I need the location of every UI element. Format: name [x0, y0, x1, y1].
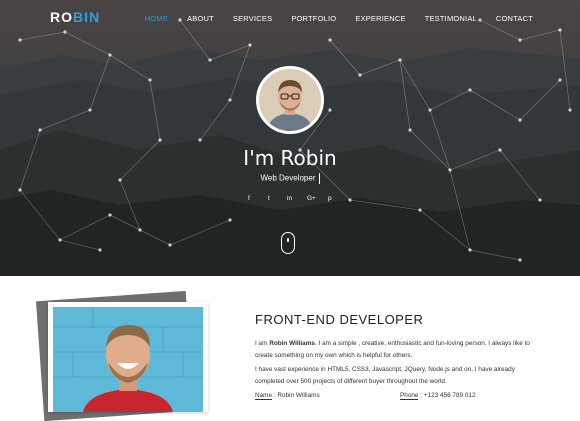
about-paragraph-2: I have vast experience in HTML5, CSS3, J…	[255, 366, 515, 385]
nav-link-contact[interactable]: CONTACT	[496, 14, 533, 23]
about-title: FRONT-END DEVELOPER	[255, 312, 424, 327]
logo-text-accent: BIN	[73, 9, 101, 25]
site-logo[interactable]: ROBIN	[50, 9, 100, 25]
nav-link-home[interactable]: HOME	[145, 14, 168, 23]
twitter-icon[interactable]: t	[268, 195, 270, 202]
main-menu: HOME ABOUT SERVICES PORTFOLIO EXPERIENCE…	[126, 14, 533, 23]
about-paragraph-1: I am Robin Williams. I am a simple , cre…	[255, 338, 545, 362]
nav-link-services[interactable]: SERVICES	[233, 14, 272, 23]
info-name-label: Name	[255, 392, 273, 400]
google-plus-icon[interactable]: G+	[307, 195, 316, 202]
nav-link-testimonial[interactable]: TESTIMONIAL	[425, 14, 477, 23]
hero-name: I'm Robin	[243, 146, 337, 170]
social-links: f t in G+ p	[244, 195, 336, 205]
profile-avatar	[256, 66, 324, 134]
hero-section: ROBIN HOME ABOUT SERVICES PORTFOLIO EXPE…	[0, 0, 580, 276]
linkedin-icon[interactable]: in	[287, 195, 292, 202]
about-p1-prefix: I am	[255, 340, 270, 347]
facebook-icon[interactable]: f	[248, 195, 250, 202]
nav-link-portfolio[interactable]: PORTFOLIO	[291, 14, 336, 23]
logo-text-primary: RO	[50, 9, 73, 25]
about-p1-name: Robin Williams	[269, 340, 315, 347]
info-phone-value: : +123 456 789 012	[420, 392, 476, 399]
info-phone-label: Phone	[400, 392, 419, 400]
hero-role-text: Web Developer	[260, 173, 316, 183]
info-name: Name : Robin Williams	[255, 392, 320, 400]
top-navbar: ROBIN HOME ABOUT SERVICES PORTFOLIO EXPE…	[0, 0, 580, 36]
about-photo-frame	[48, 302, 208, 412]
nav-link-about[interactable]: ABOUT	[187, 14, 214, 23]
pinterest-icon[interactable]: p	[328, 195, 332, 202]
info-phone: Phone : +123 456 789 012	[400, 392, 476, 400]
info-name-value: : Robin Williams	[273, 392, 320, 399]
nav-link-experience[interactable]: EXPERIENCE	[355, 14, 405, 23]
about-photo	[53, 307, 203, 412]
scroll-down-indicator[interactable]	[281, 232, 295, 254]
typing-cursor	[318, 173, 320, 184]
hero-role: Web Developer	[0, 173, 580, 184]
about-section: FRONT-END DEVELOPER I am Robin Williams.…	[0, 276, 580, 421]
